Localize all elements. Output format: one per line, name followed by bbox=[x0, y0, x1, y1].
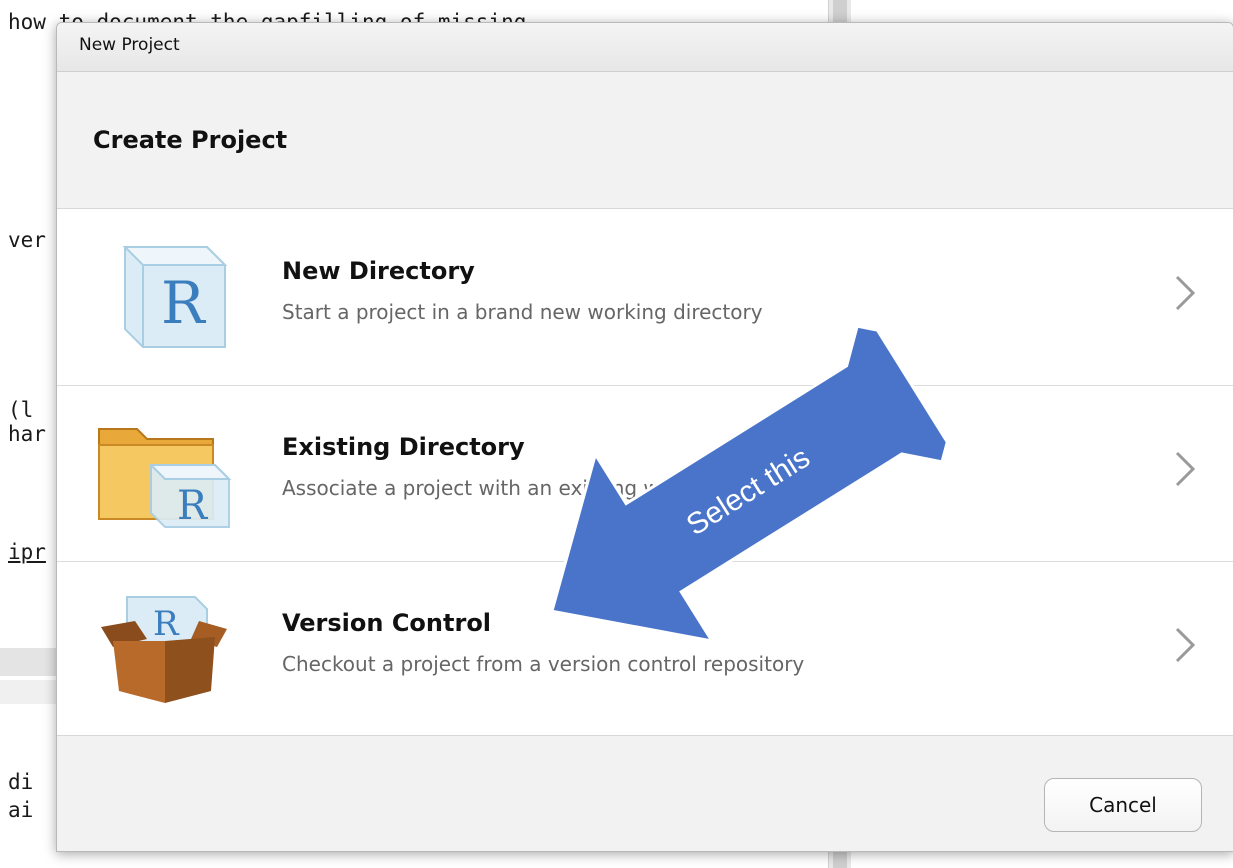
svg-text:R: R bbox=[153, 604, 180, 644]
option-title: New Directory bbox=[282, 257, 475, 285]
dialog-header: Create Project bbox=[57, 72, 1233, 209]
option-title: Version Control bbox=[282, 609, 492, 637]
editor-line: (l bbox=[8, 398, 34, 422]
editor-line: har bbox=[8, 422, 46, 446]
cancel-button[interactable]: Cancel bbox=[1044, 778, 1202, 832]
box-r-icon: R bbox=[101, 596, 227, 703]
chevron-right-icon bbox=[1175, 275, 1196, 311]
option-description: Associate a project with an existing wor… bbox=[282, 476, 819, 500]
folder-r-icon: R bbox=[98, 428, 232, 529]
chevron-right-icon bbox=[1175, 627, 1196, 663]
editor-line: ipr bbox=[8, 540, 46, 564]
r-cube-icon: R bbox=[122, 246, 228, 348]
svg-text:R: R bbox=[161, 269, 207, 337]
project-options-list: R New Directory Start a project in a bra… bbox=[57, 209, 1233, 738]
svg-text:R: R bbox=[177, 483, 209, 529]
editor-panel-divider bbox=[0, 680, 60, 704]
chevron-right-icon bbox=[1175, 451, 1196, 487]
dialog-title: New Project bbox=[79, 35, 180, 55]
create-project-heading: Create Project bbox=[93, 126, 288, 154]
option-existing-directory[interactable]: R Existing Directory Associate a project… bbox=[57, 385, 1233, 562]
editor-line: di bbox=[8, 770, 34, 794]
dialog-footer: Cancel bbox=[57, 735, 1233, 851]
option-description: Checkout a project from a version contro… bbox=[282, 652, 805, 676]
new-project-dialog: New Project Create Project R New Directo… bbox=[56, 22, 1233, 852]
option-new-directory[interactable]: R New Directory Start a project in a bra… bbox=[57, 209, 1233, 386]
editor-line: ai bbox=[8, 798, 34, 822]
dialog-titlebar[interactable]: New Project bbox=[57, 23, 1233, 72]
option-title: Existing Directory bbox=[282, 433, 525, 461]
option-description: Start a project in a brand new working d… bbox=[282, 300, 763, 324]
editor-line: ver bbox=[8, 228, 46, 252]
option-version-control[interactable]: R Version Control Checkout a project fro… bbox=[57, 561, 1233, 738]
editor-panel-divider bbox=[0, 648, 60, 676]
